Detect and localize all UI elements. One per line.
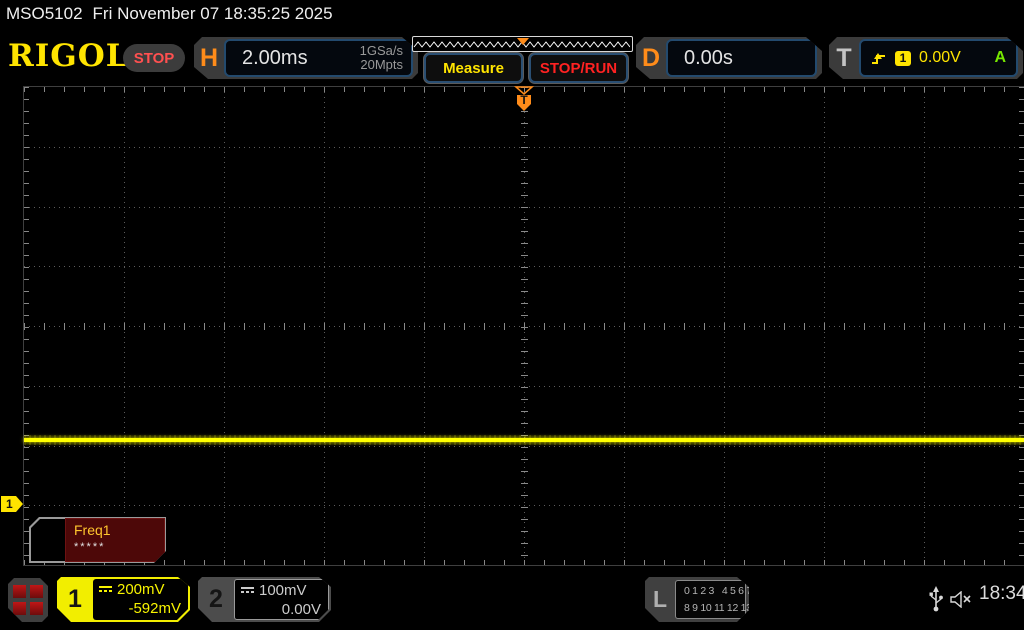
bottom-edge-ticks: [24, 560, 1024, 565]
channel1-values: 200mV -592mV: [93, 579, 188, 620]
channel1-status-box[interactable]: 1 200mV -592mV: [57, 577, 190, 622]
logic-channel-numbers: 0 1 2 3 4 5 6 78 9 10 11 12 13 14 15: [675, 580, 746, 619]
delay-settings-box[interactable]: D 0.00s: [636, 37, 822, 79]
memory-depth: 20Mpts: [360, 57, 403, 72]
menu-tile-icon: [13, 602, 26, 615]
rising-edge-icon: [871, 51, 887, 66]
logic-row1: 0 1 2 3 4 5 6 7: [684, 585, 752, 597]
horizontal-values: 2.00ms 1GSa/s 20Mpts: [224, 39, 413, 77]
trigger-label: T: [836, 43, 852, 72]
stop-run-button[interactable]: STOP/RUN: [529, 53, 628, 83]
ch1-waveform-trace: [24, 435, 1024, 445]
titlebar: MSO5102 Fri November 07 18:35:25 2025: [6, 4, 333, 24]
trigger-settings-box[interactable]: T 1 0.00V A: [829, 37, 1023, 79]
timebase-value: 2.00ms: [242, 46, 308, 69]
graticule: T 1 Freq1 *****: [1, 86, 1024, 566]
measurement-item-panel: Freq1 *****: [65, 518, 165, 562]
datetime: Fri November 07 18:35:25 2025: [92, 4, 333, 23]
menu-tile-icon: [30, 602, 43, 615]
oscilloscope-screen: MSO5102 Fri November 07 18:35:25 2025 RIG…: [0, 0, 1024, 630]
trigger-level-value: 0.00V: [919, 49, 961, 66]
delay-label: D: [641, 43, 661, 72]
model-name: MSO5102: [6, 4, 83, 23]
trigger-values: 1 0.00V A: [859, 39, 1018, 77]
channel1-scale: 200mV: [117, 581, 165, 598]
acquisition-info: 1GSa/s 20Mpts: [360, 44, 411, 72]
channel2-number: 2: [209, 585, 223, 613]
menu-tile-icon: [13, 585, 26, 598]
left-edge-ticks: [24, 87, 29, 565]
delay-values: 0.00s: [666, 39, 817, 77]
measure-button[interactable]: Measure: [424, 53, 523, 83]
dc-coupling-icon: [241, 586, 254, 595]
dc-coupling-icon: [99, 585, 112, 594]
memory-overview-strip[interactable]: [412, 36, 633, 52]
channel2-status-box[interactable]: 2 100mV 0.00V: [198, 577, 331, 622]
rigol-logo: RIGOL: [8, 38, 129, 74]
trigger-mode: A: [994, 49, 1006, 66]
svg-text:T: T: [520, 93, 528, 107]
trigger-position-marker-icon[interactable]: T: [513, 86, 535, 113]
channel2-scale: 100mV: [259, 582, 307, 599]
measurement-value: *****: [74, 541, 106, 553]
sample-rate: 1GSa/s: [359, 43, 403, 58]
logic-row2: 8 9 10 11 12 13 14 15: [684, 602, 780, 614]
channel1-offset: -592mV: [128, 600, 181, 617]
horizontal-settings-box[interactable]: H 2.00ms 1GSa/s 20Mpts: [194, 37, 418, 79]
measurement-item-freq1[interactable]: Freq1 *****: [29, 517, 166, 563]
logic-channels-box[interactable]: L 0 1 2 3 4 5 6 78 9 10 11 12 13 14 15: [645, 577, 749, 622]
delay-value: 0.00s: [684, 46, 733, 69]
usb-icon: [929, 586, 943, 612]
overview-position-marker-icon: [517, 38, 529, 45]
system-clock: 18:34: [979, 583, 1024, 604]
bottom-status-bar: 1 200mV -592mV 2 100mV 0.00V L 0 1 2 3 4…: [0, 570, 1024, 630]
center-horizontal-axis-ticks: [24, 323, 1024, 330]
channel2-values: 100mV 0.00V: [234, 579, 329, 620]
logic-label: L: [652, 586, 668, 612]
horizontal-label: H: [199, 43, 219, 72]
menu-tile-icon: [30, 585, 43, 598]
measurement-name: Freq1: [74, 522, 111, 538]
waveform-core: [24, 438, 1024, 442]
overview-waveform-icon: [413, 38, 631, 48]
trigger-source-badge: 1: [895, 51, 911, 66]
speaker-muted-icon[interactable]: [949, 591, 975, 608]
right-edge-ticks: [1019, 87, 1024, 565]
channel2-offset: 0.00V: [281, 601, 321, 618]
channel1-number: 1: [68, 585, 82, 613]
run-state-badge: STOP: [123, 44, 185, 72]
windows-menu-button[interactable]: [8, 578, 48, 622]
ch1-ground-marker[interactable]: 1: [1, 496, 23, 512]
